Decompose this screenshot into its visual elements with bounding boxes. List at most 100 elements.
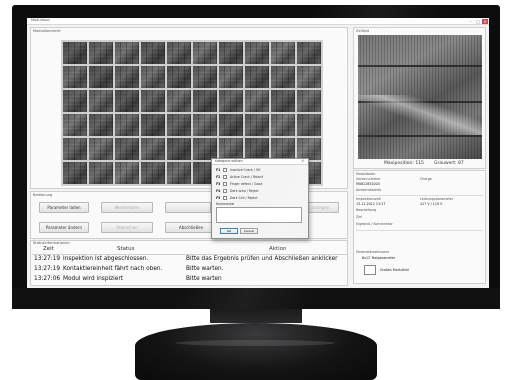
module-cell[interactable] xyxy=(141,90,165,112)
module-cell[interactable] xyxy=(141,42,165,64)
module-cell[interactable] xyxy=(89,162,113,184)
module-cell[interactable] xyxy=(297,66,321,88)
maximize-icon[interactable]: □ xyxy=(475,19,481,24)
module-cell[interactable] xyxy=(297,42,321,64)
module-cell[interactable] xyxy=(193,114,217,136)
module-cell[interactable] xyxy=(141,162,165,184)
module-cell[interactable] xyxy=(63,138,87,160)
module-cell[interactable] xyxy=(245,90,269,112)
row-action: Bitte das Ergebnis prüfen und Abschließe… xyxy=(186,256,338,262)
option-checkbox[interactable] xyxy=(223,182,227,186)
module-cell[interactable] xyxy=(89,138,113,160)
status-col-time: Zeit xyxy=(43,246,54,252)
category-option-f1[interactable]: F1 Inactive Crack / OK xyxy=(216,168,304,174)
module-cell[interactable] xyxy=(89,90,113,112)
module-cell[interactable] xyxy=(89,66,113,88)
comment-input[interactable] xyxy=(216,207,302,223)
module-cell[interactable] xyxy=(167,138,191,160)
module-cell[interactable] xyxy=(245,138,269,160)
target-label: Ziel xyxy=(356,215,363,219)
module-cell[interactable] xyxy=(193,138,217,160)
cancel-button[interactable]: Cancel xyxy=(240,228,258,234)
window-title: Modulhaus xyxy=(31,18,50,22)
module-cell[interactable] xyxy=(219,138,243,160)
module-cell[interactable] xyxy=(167,162,191,184)
charge-label: Charge xyxy=(420,177,432,181)
module-cell[interactable] xyxy=(193,42,217,64)
option-code: F5 xyxy=(216,196,221,200)
module-cell[interactable] xyxy=(245,66,269,88)
option-code: F3 xyxy=(216,182,221,186)
row-status: Inspektion ist abgeschlossen. xyxy=(63,256,149,262)
module-cell[interactable] xyxy=(167,42,191,64)
module-cell[interactable] xyxy=(219,66,243,88)
module-cell[interactable] xyxy=(167,114,191,136)
module-cell[interactable] xyxy=(115,114,139,136)
module-cell[interactable] xyxy=(245,114,269,136)
module-cell[interactable] xyxy=(219,42,243,64)
module-cell[interactable] xyxy=(63,162,87,184)
power-params-value: 417 V / 119 V xyxy=(420,202,443,206)
category-option-f4[interactable]: F4 Dark area / Reject xyxy=(216,189,304,195)
module-cell[interactable] xyxy=(245,42,269,64)
module-cell[interactable] xyxy=(141,66,165,88)
table-row[interactable]: 13:27:06 Modul wird inspiziert Bitte war… xyxy=(31,276,347,285)
inspection-time-value: 13.11.2012 13:27 xyxy=(356,202,386,206)
parameter-set-value: 6x12 Testparameter xyxy=(362,256,396,260)
module-cell[interactable] xyxy=(141,114,165,136)
finish-button[interactable]: Abschließen xyxy=(165,222,217,233)
module-cell[interactable] xyxy=(115,162,139,184)
module-cell[interactable] xyxy=(297,114,321,136)
option-checkbox[interactable] xyxy=(223,196,227,200)
module-cell[interactable] xyxy=(115,42,139,64)
module-cell[interactable] xyxy=(63,66,87,88)
module-cell[interactable] xyxy=(115,66,139,88)
window-titlebar: Modulhaus – □ × xyxy=(27,18,489,25)
cell-position-readout: Maxiposition: 115 xyxy=(384,161,424,166)
change-parameters-button[interactable]: Parameter ändern xyxy=(39,222,89,233)
category-option-f2[interactable]: F2 Active Crack / Reject xyxy=(216,175,304,181)
option-checkbox[interactable] xyxy=(223,168,227,172)
power-params-label: Leistungsparameter xyxy=(420,197,454,201)
load-parameters-button[interactable]: Parameter laden xyxy=(39,202,89,213)
module-cell[interactable] xyxy=(297,90,321,112)
module-cell[interactable] xyxy=(63,114,87,136)
module-cell[interactable] xyxy=(271,90,295,112)
module-cell[interactable] xyxy=(193,66,217,88)
module-cell[interactable] xyxy=(115,90,139,112)
module-cell[interactable] xyxy=(193,90,217,112)
repeat-button[interactable]: Wiederholen xyxy=(101,202,153,213)
module-cell[interactable] xyxy=(297,138,321,160)
cell-gray-readout: Grauwert: 87 xyxy=(434,161,464,166)
module-cell[interactable] xyxy=(271,42,295,64)
module-cell[interactable] xyxy=(115,138,139,160)
row-status: Kontaktiereinheit fährt nach oben. xyxy=(63,266,163,272)
cell-image[interactable] xyxy=(358,35,482,159)
module-cell[interactable] xyxy=(219,90,243,112)
large-module-image-label[interactable]: Großes Modulbild xyxy=(380,268,409,272)
module-thumbnail-icon[interactable] xyxy=(364,265,376,275)
module-cell[interactable] xyxy=(271,138,295,160)
hidden-button[interactable] xyxy=(165,202,211,213)
abort-button[interactable]: Abbrechen xyxy=(101,222,153,233)
table-row[interactable]: 13:27:19 Kontaktiereinheit fährt nach ob… xyxy=(31,266,347,275)
option-checkbox[interactable] xyxy=(223,175,227,179)
module-cell[interactable] xyxy=(141,138,165,160)
minimize-icon[interactable]: – xyxy=(468,19,474,24)
table-row[interactable]: 13:27:19 Inspektion ist abgeschlossen. B… xyxy=(31,256,347,265)
module-cell[interactable] xyxy=(271,114,295,136)
module-cell[interactable] xyxy=(271,66,295,88)
module-cell[interactable] xyxy=(167,90,191,112)
module-cell[interactable] xyxy=(219,114,243,136)
close-icon[interactable]: × xyxy=(482,19,488,24)
module-cell[interactable] xyxy=(89,42,113,64)
module-cell[interactable] xyxy=(167,66,191,88)
ok-button[interactable]: OK xyxy=(220,228,238,234)
option-code: F4 xyxy=(216,189,221,193)
module-cell[interactable] xyxy=(89,114,113,136)
category-option-f3[interactable]: F3 Finger defect / Good xyxy=(216,182,304,188)
dialog-close-icon[interactable]: × xyxy=(301,159,304,163)
option-checkbox[interactable] xyxy=(223,189,227,193)
module-cell[interactable] xyxy=(63,90,87,112)
module-cell[interactable] xyxy=(63,42,87,64)
